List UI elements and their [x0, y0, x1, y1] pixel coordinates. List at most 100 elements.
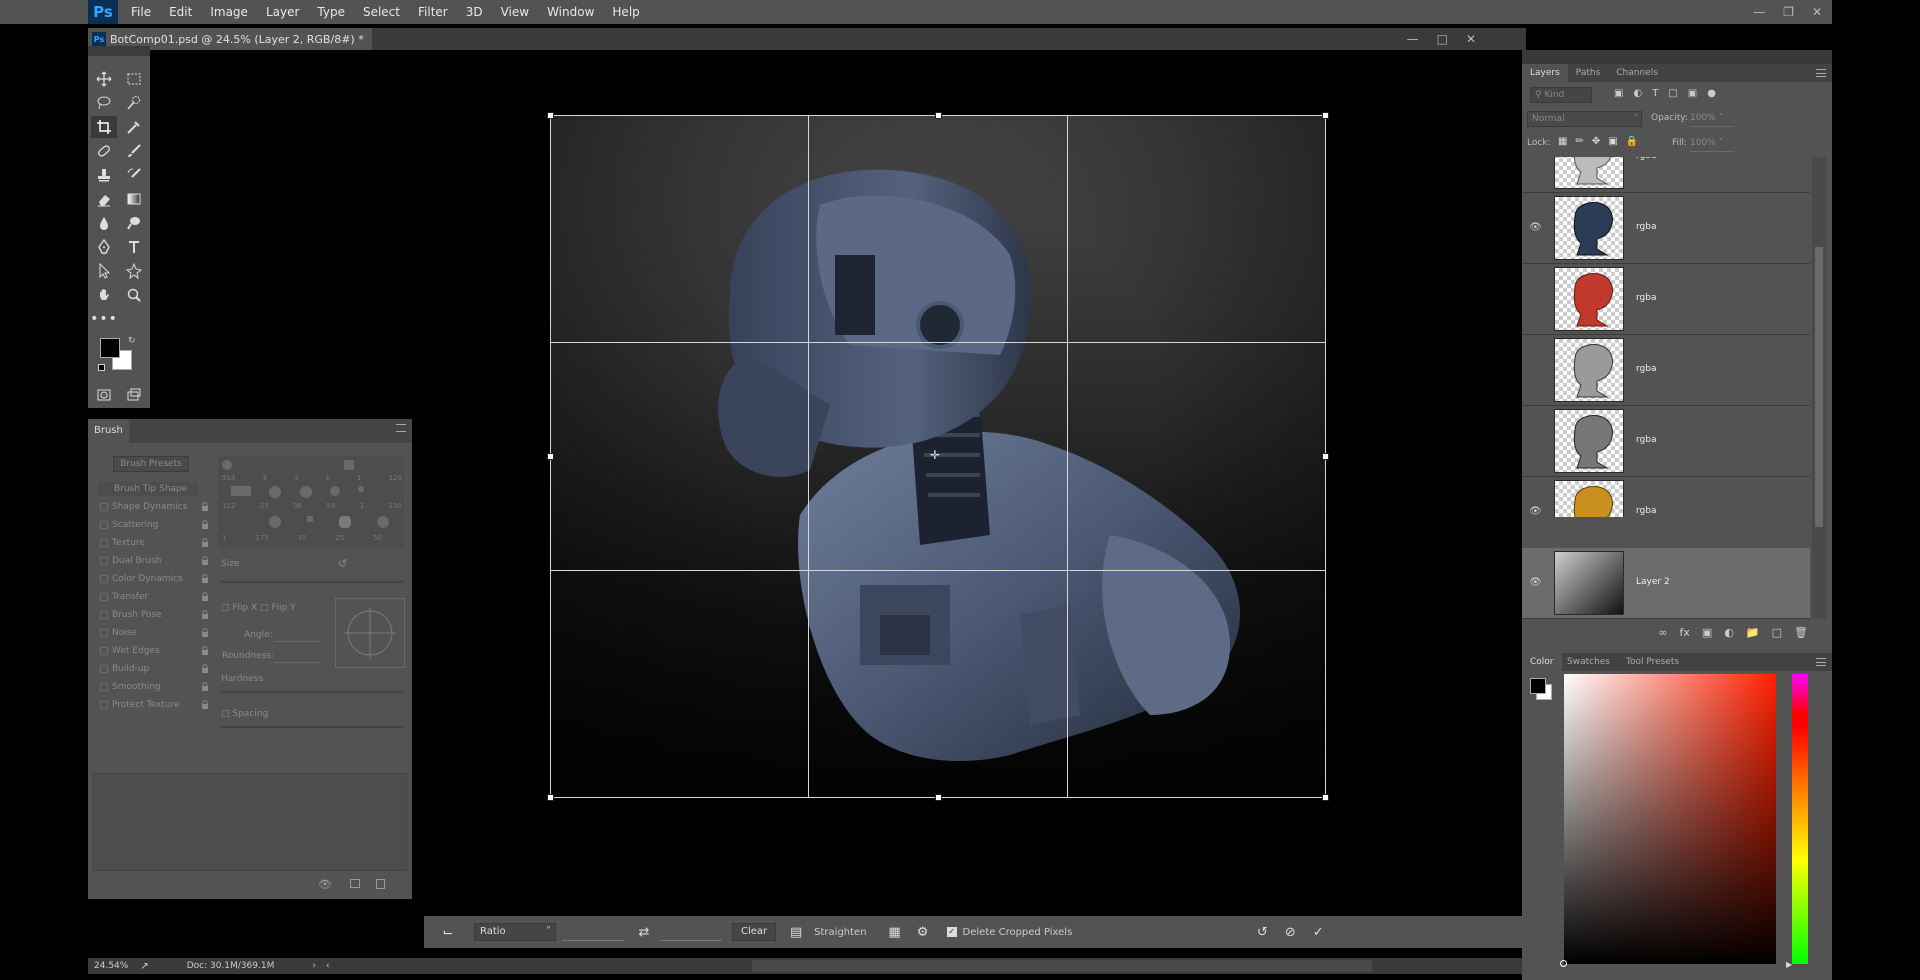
spacing-slider[interactable] [221, 726, 403, 728]
tab-swatches[interactable]: Swatches [1559, 653, 1618, 671]
angle-roundness-widget[interactable] [335, 598, 405, 668]
crop-handle-left[interactable] [547, 453, 554, 460]
close-icon[interactable]: ✕ [1812, 5, 1822, 19]
blur-tool-icon[interactable] [91, 212, 117, 234]
foreground-color-swatch[interactable] [100, 338, 120, 358]
angle-input[interactable] [274, 641, 320, 642]
overlay-grid-icon[interactable]: ▦ [885, 922, 905, 942]
grid-view-icon[interactable] [350, 879, 360, 888]
brush-tip-swatches-row-3[interactable] [222, 516, 402, 528]
pixel-filter-icon[interactable]: ▣ [1614, 88, 1623, 99]
tab-layers[interactable]: Layers [1522, 64, 1568, 82]
color-menu-icon[interactable] [1816, 658, 1826, 666]
scroll-left-icon[interactable]: ‹ [326, 961, 330, 971]
tab-paths[interactable]: Paths [1568, 64, 1608, 82]
brush-tip-shape-item[interactable]: Brush Tip Shape [98, 482, 198, 496]
layer-row[interactable]: 👁 rgba [1522, 477, 1810, 517]
flip-x-checkbox[interactable]: □ Flip X [221, 603, 257, 613]
toggle-live-tip-icon[interactable]: 👁 [318, 878, 332, 891]
crop-handle-bottom-right[interactable] [1322, 794, 1329, 801]
layer-row[interactable]: rgba [1522, 157, 1810, 193]
layers-menu-icon[interactable] [1816, 69, 1826, 77]
add-mask-icon[interactable]: ▣ [1702, 626, 1712, 646]
restore-icon[interactable]: ❐ [1783, 5, 1794, 19]
menu-select[interactable]: Select [354, 0, 409, 24]
layer-row-selected[interactable]: 👁 Layer 2 [1522, 548, 1810, 619]
layer-row[interactable]: rgba [1522, 335, 1810, 406]
crop-handle-top-right[interactable] [1322, 112, 1329, 119]
screen-mode-icon[interactable] [121, 384, 147, 406]
layer-style-icon[interactable]: fx [1680, 626, 1690, 646]
color-picker-cursor[interactable] [1560, 960, 1567, 967]
smart-object-filter-icon[interactable]: ▣ [1688, 88, 1697, 99]
straighten-label[interactable]: Straighten [814, 927, 866, 938]
lock-transparent-icon[interactable]: ▦ [1558, 136, 1567, 147]
move-tool-icon[interactable] [91, 68, 117, 90]
crop-handle-bottom-left[interactable] [547, 794, 554, 801]
doc-restore-icon[interactable]: □ [1437, 28, 1448, 50]
lock-artboard-icon[interactable]: ▣ [1608, 136, 1617, 147]
hardness-slider[interactable] [221, 691, 403, 693]
brush-option-texture[interactable]: Texture [98, 536, 210, 550]
layers-scrollbar[interactable] [1812, 157, 1826, 619]
menu-3d[interactable]: 3D [457, 0, 492, 24]
delete-cropped-checkbox[interactable]: ✓ [946, 927, 957, 937]
ratio-select[interactable]: Ratio ˅ [474, 923, 556, 941]
history-brush-tool-icon[interactable] [121, 164, 147, 186]
status-menu-arrow-icon[interactable]: › [312, 961, 316, 971]
menu-file[interactable]: File [122, 0, 160, 24]
marquee-tool-icon[interactable] [121, 68, 147, 90]
opacity-input[interactable]: 100% ˅ [1690, 111, 1734, 127]
custom-shape-tool-icon[interactable] [121, 260, 147, 282]
menu-window[interactable]: Window [538, 0, 603, 24]
menu-edit[interactable]: Edit [160, 0, 201, 24]
menu-filter[interactable]: Filter [409, 0, 457, 24]
new-group-icon[interactable]: 📁 [1746, 626, 1760, 646]
cancel-crop-icon[interactable]: ⊘ [1280, 922, 1300, 942]
visibility-toggle-off[interactable] [1529, 365, 1543, 375]
menu-image[interactable]: Image [201, 0, 257, 24]
healing-brush-tool-icon[interactable] [91, 140, 117, 162]
brush-tip-swatch[interactable] [344, 460, 354, 470]
crop-handle-top[interactable] [935, 112, 942, 119]
visibility-eye-icon[interactable]: 👁 [1529, 578, 1543, 588]
hand-tool-icon[interactable] [91, 284, 117, 306]
layers-scroll-thumb[interactable] [1815, 247, 1823, 527]
lasso-tool-icon[interactable] [91, 92, 117, 114]
menu-type[interactable]: Type [308, 0, 354, 24]
ratio-width-input[interactable] [562, 923, 624, 941]
brush-option-color-dynamics[interactable]: Color Dynamics [98, 572, 210, 586]
adjustment-layer-icon[interactable]: ◐ [1724, 626, 1734, 646]
eraser-tool-icon[interactable] [91, 188, 117, 210]
eyedropper-tool-icon[interactable] [121, 116, 147, 138]
color-picker-field[interactable] [1564, 674, 1776, 964]
zoom-level[interactable]: 24.54% [94, 961, 128, 971]
new-brush-icon[interactable] [376, 879, 385, 889]
crop-preset-icon[interactable]: ⌙ [438, 922, 458, 942]
fill-input[interactable]: 100% ˅ [1690, 136, 1734, 152]
brush-panel-tab[interactable]: Brush [88, 419, 129, 443]
layer-row[interactable]: 👁 rgba [1522, 193, 1810, 264]
clone-stamp-tool-icon[interactable] [91, 164, 117, 186]
roundness-input[interactable] [274, 662, 320, 663]
brush-option-brush-pose[interactable]: Brush Pose [98, 608, 210, 622]
lock-image-icon[interactable]: ✏ [1575, 136, 1583, 147]
ratio-height-input[interactable] [660, 923, 722, 941]
quick-selection-tool-icon[interactable] [121, 92, 147, 114]
visibility-toggle-off[interactable] [1529, 157, 1543, 162]
document-canvas[interactable]: ✛ [547, 112, 1329, 801]
hue-slider-arrow-icon[interactable]: ▶ [1786, 960, 1792, 969]
crop-settings-gear-icon[interactable]: ⚙ [913, 922, 933, 942]
filter-toggle-icon[interactable]: ● [1707, 88, 1716, 99]
export-icon[interactable]: ↗ [140, 961, 148, 972]
brush-tip-swatch[interactable] [222, 460, 232, 470]
new-layer-icon[interactable]: □ [1772, 626, 1782, 646]
tab-channels[interactable]: Channels [1608, 64, 1666, 82]
menu-help[interactable]: Help [603, 0, 648, 24]
panels-header[interactable] [1522, 50, 1832, 64]
tools-panel-header[interactable] [88, 46, 150, 56]
size-slider[interactable] [221, 581, 403, 583]
brush-option-build-up[interactable]: Build-up [98, 662, 210, 676]
crop-handle-right[interactable] [1322, 453, 1329, 460]
brush-tool-icon[interactable] [121, 140, 147, 162]
